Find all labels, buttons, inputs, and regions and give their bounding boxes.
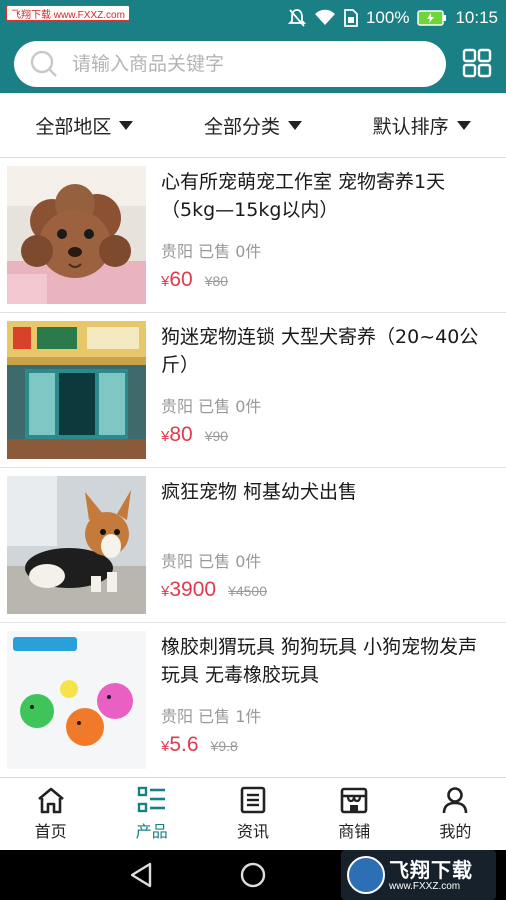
- search-header: [0, 35, 506, 93]
- tab-store-label: 商铺: [338, 822, 371, 841]
- watermark-logo-url: www.FXXZ.com: [389, 881, 461, 892]
- filter-region-label: 全部地区: [35, 115, 112, 138]
- product-location: 贵阳: [161, 242, 194, 261]
- caret-down-icon: [456, 120, 471, 130]
- wifi-icon: [314, 9, 336, 27]
- product-title: 心有所宠萌宠工作室 宠物寄养1天（5kg—15kg以内）: [161, 171, 446, 221]
- product-sold: 已售 0件: [198, 242, 262, 261]
- product-item[interactable]: 狗迷宠物连锁 大型犬寄养（20~40公斤） 贵阳 已售 0件 ¥80 ¥90: [0, 313, 506, 468]
- product-price: ¥80: [161, 423, 193, 447]
- tab-me-label: 我的: [439, 822, 472, 841]
- search-box[interactable]: [14, 41, 446, 87]
- product-price-value: 80: [169, 423, 193, 446]
- product-title: 疯狂宠物 柯基幼犬出售: [161, 481, 358, 503]
- caret-down-icon: [288, 120, 303, 130]
- product-price-row: ¥80 ¥90: [161, 423, 228, 447]
- filter-category[interactable]: 全部分类: [169, 93, 338, 157]
- news-icon: [240, 786, 266, 814]
- product-item[interactable]: 心有所宠萌宠工作室 宠物寄养1天（5kg—15kg以内） 贵阳 已售 0件 ¥6…: [0, 158, 506, 313]
- product-sold: 已售 1件: [198, 707, 262, 726]
- watermark-logo-title: 飞翔下载: [389, 858, 473, 882]
- corgi-puppy-photo[interactable]: [7, 476, 146, 614]
- battery-icon: [417, 9, 447, 26]
- product-price-value: 3900: [169, 578, 217, 601]
- rubber-hedgehog-toys-photo[interactable]: [7, 631, 146, 769]
- product-item[interactable]: 橡胶刺猬玩具 狗狗玩具 小狗宠物发声玩具 无毒橡胶玩具 贵阳 已售 1件 ¥5.…: [0, 623, 506, 778]
- back-icon[interactable]: [128, 862, 154, 888]
- home-circle-icon[interactable]: [240, 862, 266, 888]
- tab-products-label: 产品: [135, 822, 168, 841]
- filter-sort-label: 默认排序: [372, 115, 449, 138]
- store-icon: [340, 787, 368, 814]
- product-price-row: ¥60 ¥80: [161, 268, 228, 292]
- category-grid-icon[interactable]: [462, 48, 492, 78]
- filter-bar: 全部地区 全部分类 默认排序: [0, 93, 506, 158]
- bottom-tab-bar: 首页 产品 资讯 商铺 我的: [0, 777, 506, 850]
- battery-percent: 100%: [365, 7, 410, 27]
- product-original-price: ¥90: [204, 428, 229, 444]
- tab-home[interactable]: 首页: [0, 778, 101, 850]
- product-price: ¥3900: [161, 578, 216, 602]
- product-price: ¥60: [161, 268, 193, 292]
- watermark-text: 飞翔下载 www.FXXZ.com: [11, 9, 125, 21]
- product-original-price: ¥9.8: [210, 738, 238, 754]
- status-icons: 100% 10:15: [287, 0, 498, 35]
- product-location: 贵阳: [161, 397, 194, 416]
- watermark-logo: 飞翔下载 www.FXXZ.com: [341, 850, 496, 900]
- product-meta: 贵阳 已售 0件: [161, 238, 261, 262]
- system-nav-bar: 飞翔下载 www.FXXZ.com: [0, 850, 506, 900]
- caret-down-icon: [119, 120, 134, 130]
- product-original-price: ¥4500: [228, 583, 267, 599]
- search-icon: [30, 50, 57, 77]
- product-original-price: ¥80: [204, 273, 229, 289]
- product-title: 橡胶刺猬玩具 狗狗玩具 小狗宠物发声玩具 无毒橡胶玩具: [161, 636, 478, 686]
- status-bar: 飞翔下载 www.FXXZ.com 100% 10:15: [0, 0, 506, 35]
- product-meta: 贵阳 已售 1件: [161, 703, 261, 727]
- filter-category-label: 全部分类: [204, 115, 281, 138]
- product-item[interactable]: 疯狂宠物 柯基幼犬出售 贵阳 已售 0件 ¥3900 ¥4500: [0, 468, 506, 623]
- product-price-row: ¥3900 ¥4500: [161, 578, 267, 602]
- watermark-logo-mark: [347, 856, 385, 894]
- search-input[interactable]: [72, 53, 412, 75]
- filter-sort[interactable]: 默认排序: [337, 93, 506, 157]
- product-location: 贵阳: [161, 707, 194, 726]
- home-icon: [37, 787, 64, 814]
- sim-icon: [344, 8, 358, 27]
- product-meta: 贵阳 已售 0件: [161, 393, 261, 417]
- product-location: 贵阳: [161, 552, 194, 571]
- tab-products[interactable]: 产品: [101, 778, 202, 850]
- tab-me[interactable]: 我的: [405, 778, 506, 850]
- tab-store[interactable]: 商铺: [304, 778, 405, 850]
- product-sold: 已售 0件: [198, 397, 262, 416]
- product-meta: 贵阳 已售 0件: [161, 548, 261, 572]
- product-sold: 已售 0件: [198, 552, 262, 571]
- tab-news[interactable]: 资讯: [202, 778, 303, 850]
- product-price: ¥5.6: [161, 733, 199, 757]
- watermark-badge: 飞翔下载 www.FXXZ.com: [6, 5, 130, 21]
- product-price-value: 5.6: [169, 733, 199, 756]
- tab-home-label: 首页: [34, 822, 67, 841]
- list-icon: [137, 786, 165, 813]
- product-price-value: 60: [169, 268, 193, 291]
- tab-news-label: 资讯: [237, 822, 270, 841]
- mute-icon: [287, 8, 306, 28]
- clock: 10:15: [455, 7, 498, 27]
- product-title: 狗迷宠物连锁 大型犬寄养（20~40公斤）: [161, 326, 479, 376]
- filter-region[interactable]: 全部地区: [0, 93, 169, 157]
- brown-poodle-photo[interactable]: [7, 166, 146, 304]
- product-price-row: ¥5.6 ¥9.8: [161, 733, 238, 757]
- user-icon: [443, 787, 468, 814]
- pet-store-front-photo[interactable]: [7, 321, 146, 459]
- product-list: 心有所宠萌宠工作室 宠物寄养1天（5kg—15kg以内） 贵阳 已售 0件 ¥6…: [0, 158, 506, 778]
